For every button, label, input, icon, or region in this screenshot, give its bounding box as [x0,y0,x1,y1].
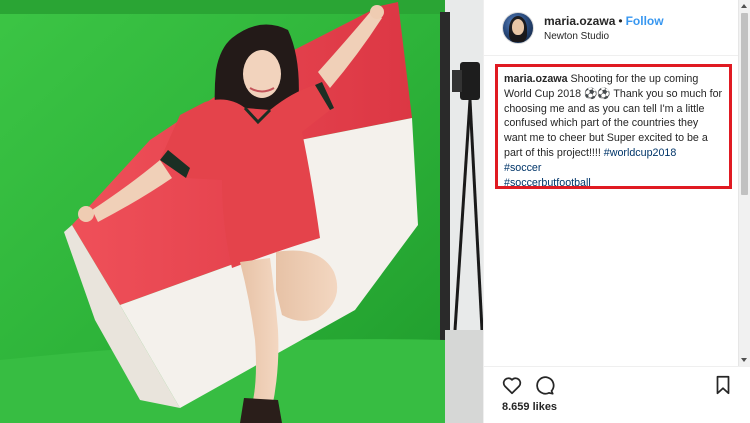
caption-text: maria.ozawa Shooting for the up coming W… [504,72,723,190]
post-photo[interactable] [0,0,483,423]
hashtag-link[interactable]: #soccerbutfootball [504,176,723,191]
comments-scrollbar[interactable] [738,0,750,366]
post-header: maria.ozawa • Follow Newton Studio [484,0,750,56]
username-link[interactable]: maria.ozawa [544,14,615,28]
comment-icon[interactable] [533,374,555,396]
post-side-panel: maria.ozawa • Follow Newton Studio maria.o… [483,0,750,423]
hashtag-link[interactable]: #worldcup2018 [604,147,677,159]
caption-highlight-box: maria.ozawa Shooting for the up coming W… [495,64,732,189]
scroll-down-arrow-icon[interactable] [741,358,747,362]
caption-username[interactable]: maria.ozawa [504,73,568,85]
scroll-thumb[interactable] [741,13,748,195]
scroll-up-arrow-icon[interactable] [741,4,747,8]
post-actions-bar: 8.659 likes [484,366,750,423]
separator-dot: • [618,14,623,28]
avatar[interactable] [502,12,534,44]
photo-illustration [0,0,483,423]
bookmark-icon[interactable] [712,374,734,396]
likes-count[interactable]: 8.659 likes [502,401,557,413]
follow-button[interactable]: Follow [626,14,664,28]
hashtag-link[interactable]: #soccer [504,161,723,176]
heart-icon[interactable] [501,374,523,396]
location-link[interactable]: Newton Studio [544,31,609,42]
camera-silhouette [460,62,480,100]
username-row: maria.ozawa • Follow [544,14,664,28]
